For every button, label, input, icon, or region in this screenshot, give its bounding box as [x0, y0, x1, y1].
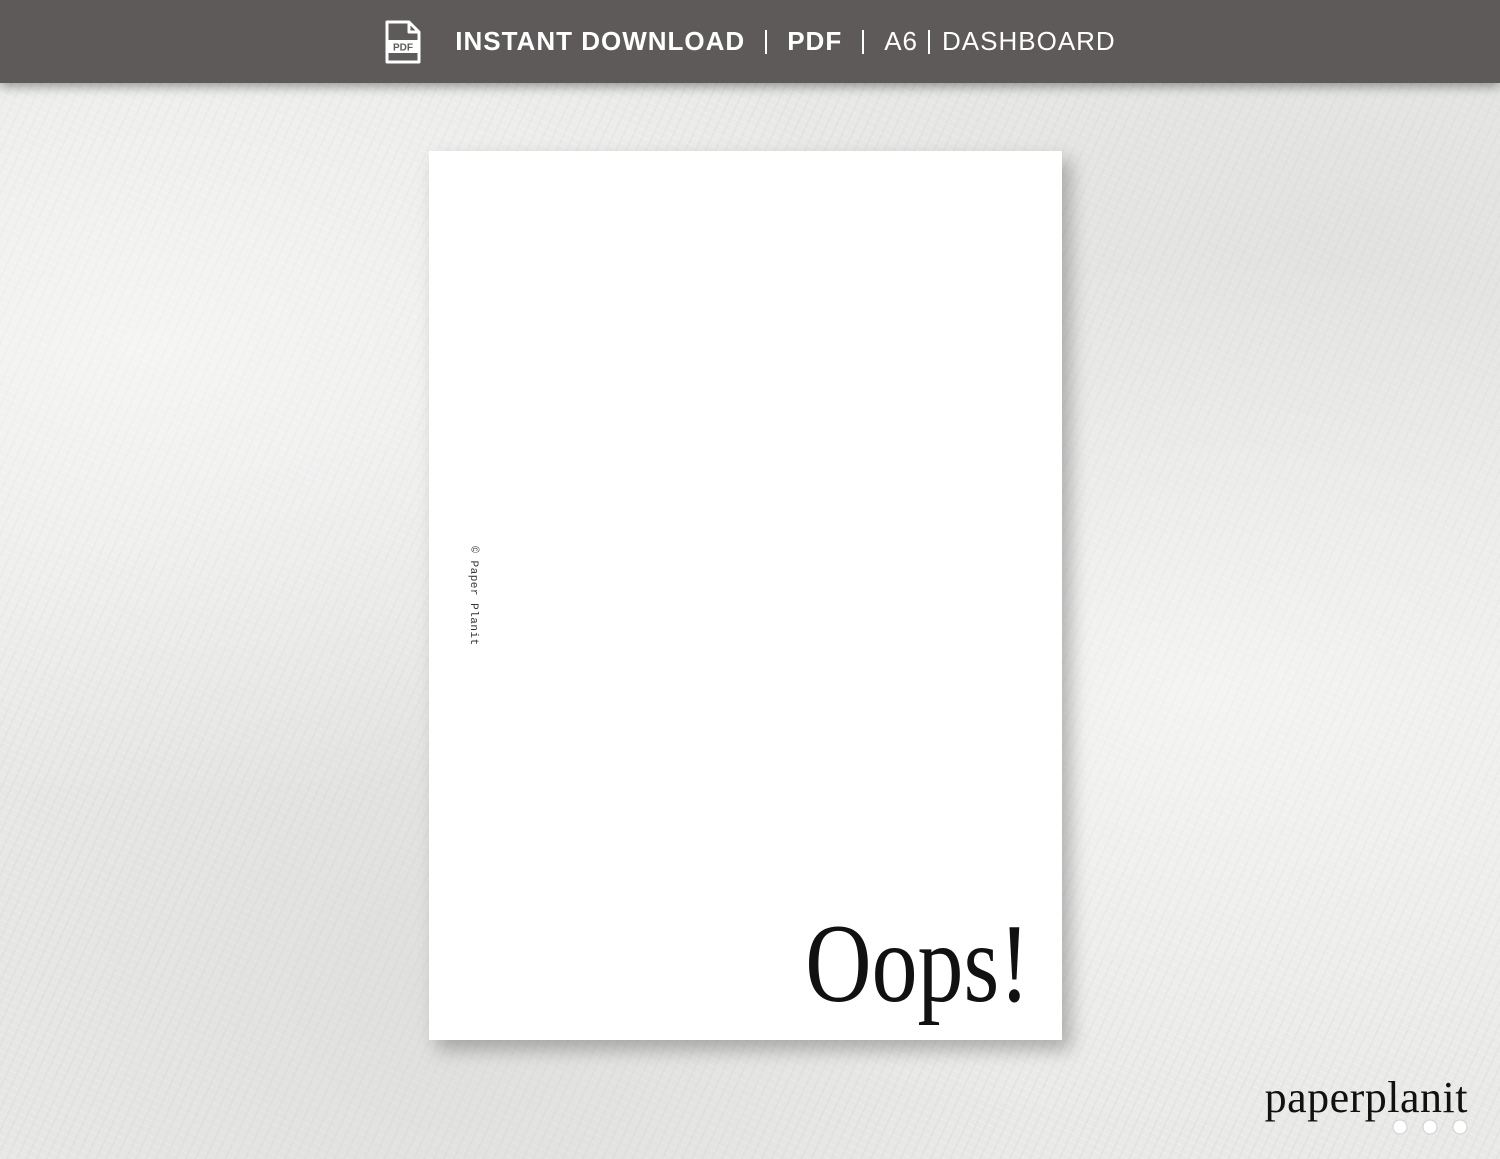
product-name-label: DASHBOARD [942, 26, 1116, 56]
copyright-notice: © Paper Planit [467, 546, 479, 646]
top-banner: PDF INSTANT DOWNLOAD PDF A6 DASHBOARD [0, 0, 1500, 83]
three-dots-icon [1392, 1119, 1468, 1135]
pdf-file-icon: PDF [385, 20, 421, 63]
planner-page: Oops! [429, 151, 1062, 1040]
divider [862, 29, 865, 54]
pdf-format-label: PDF [787, 26, 843, 56]
instant-download-label: INSTANT DOWNLOAD [455, 26, 746, 56]
paper-size-label: A6 [884, 26, 919, 56]
brand-wordmark: paperplanit [1264, 1073, 1468, 1122]
divider [765, 29, 768, 54]
divider [928, 29, 931, 54]
pdf-icon-label: PDF [393, 42, 413, 53]
page-headline: Oops! [805, 902, 1030, 1026]
top-banner-content: PDF INSTANT DOWNLOAD PDF A6 DASHBOARD [384, 0, 1115, 83]
